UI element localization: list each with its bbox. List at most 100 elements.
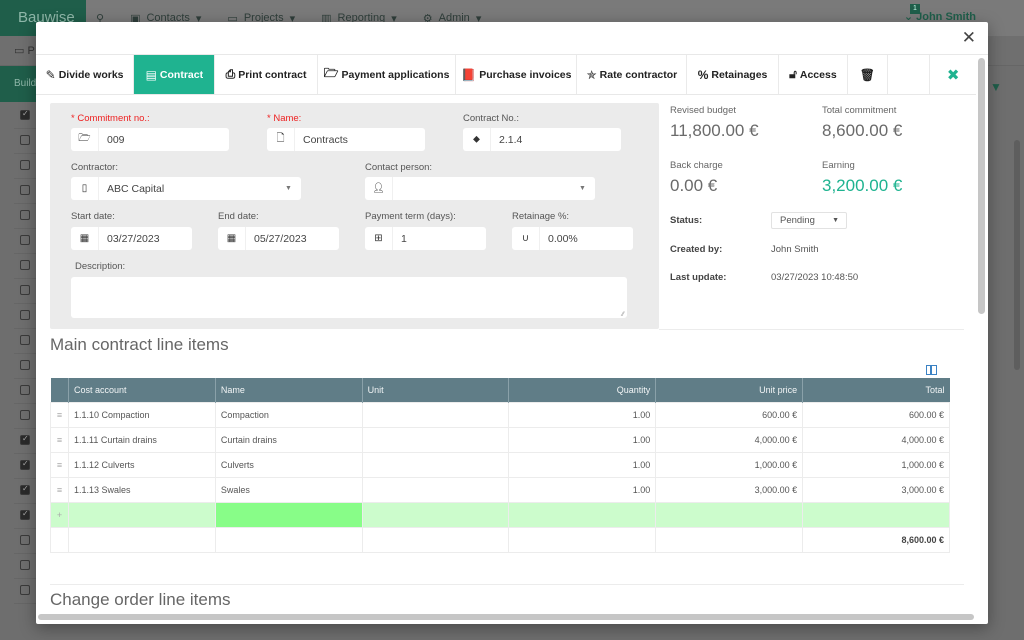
row-checkbox[interactable] (20, 385, 30, 395)
row-checkbox[interactable] (20, 135, 30, 145)
table-header-row: Cost account Name Unit Quantity Unit pri… (50, 378, 950, 402)
cancel-button[interactable]: ✖ (930, 55, 976, 94)
status-label: Status: (670, 215, 703, 226)
drag-handle-icon[interactable]: ≡ (50, 476, 69, 503)
col-unit-price[interactable]: Unit price (655, 378, 804, 402)
row-checkbox[interactable] (20, 459, 30, 470)
cell-quantity[interactable]: 1.00 (508, 451, 657, 478)
cell-cost-account[interactable]: 1.1.13 Swales (67, 476, 216, 503)
cell-quantity[interactable]: 1.00 (508, 476, 657, 503)
rate-contractor-button[interactable]: ✯ Rate contractor (577, 55, 688, 94)
row-checkbox[interactable] (20, 585, 30, 595)
cell-name[interactable]: Compaction (214, 401, 363, 428)
contact-person-select[interactable]: 👤︎ ▼ (365, 177, 595, 200)
col-name[interactable]: Name (215, 378, 363, 402)
row-checkbox[interactable] (20, 185, 30, 195)
page-scrollbar[interactable] (1014, 140, 1020, 370)
row-checkbox[interactable] (20, 235, 30, 245)
col-unit[interactable]: Unit (362, 378, 510, 402)
row-checkbox[interactable] (20, 560, 30, 570)
cell-quantity[interactable]: 1.00 (508, 426, 657, 453)
new-cell-name[interactable] (214, 501, 363, 528)
col-total[interactable]: Total (802, 378, 950, 402)
new-cell-unit[interactable] (361, 501, 510, 528)
payment-term-field[interactable]: ⊞ 1 (365, 227, 486, 250)
row-checkbox[interactable] (20, 335, 30, 345)
row-checkbox[interactable] (20, 210, 30, 220)
subtab[interactable]: ▭ P (14, 44, 35, 57)
row-checkbox[interactable] (20, 260, 30, 270)
calendar-icon: ▦ (218, 227, 246, 250)
user-icon: 👤︎ (365, 177, 393, 200)
delete-button[interactable]: 🗑︎ (848, 55, 888, 94)
table-row[interactable]: ≡ 1.1.10 Compaction Compaction 1.00 600.… (50, 401, 950, 428)
cell-cost-account[interactable]: 1.1.11 Curtain drains (67, 426, 216, 453)
row-checkbox[interactable] (20, 509, 30, 520)
change-items-title: Change order line items (50, 590, 231, 609)
drag-handle-icon[interactable]: ≡ (50, 451, 69, 478)
cell-unit-price[interactable]: 1,000.00 € (655, 451, 804, 478)
cell-name[interactable]: Swales (214, 476, 363, 503)
row-checkbox[interactable] (20, 360, 30, 370)
cell-unit[interactable] (361, 476, 510, 503)
row-checkbox[interactable] (20, 434, 30, 445)
cell-cost-account[interactable]: 1.1.10 Compaction (67, 401, 216, 428)
row-checkbox[interactable] (20, 285, 30, 295)
start-date-field[interactable]: ▦ 03/27/2023 (71, 227, 192, 250)
new-cell-cost-account[interactable] (67, 501, 216, 528)
columns-icon[interactable] (926, 365, 937, 375)
table-row[interactable]: ≡ 1.1.12 Culverts Culverts 1.00 1,000.00… (50, 451, 950, 478)
access-button[interactable]: 🔓︎ Access (779, 55, 849, 94)
row-checkbox[interactable] (20, 310, 30, 320)
retainage-field[interactable]: ∪ 0.00% (512, 227, 633, 250)
total-row-empty (508, 526, 657, 553)
contract-no-field[interactable]: ⬥ 2.1.4 (463, 128, 621, 151)
drag-handle-icon[interactable]: ≡ (50, 426, 69, 453)
cell-unit-price[interactable]: 3,000.00 € (655, 476, 804, 503)
divide-works-button[interactable]: ✎ Divide works (36, 55, 135, 94)
filter-icon[interactable]: ▼ (990, 80, 1002, 94)
contract-tab[interactable]: ▤ Contract (134, 55, 216, 94)
row-checkbox[interactable] (20, 410, 30, 420)
new-cell-quantity[interactable] (508, 501, 657, 528)
print-contract-button[interactable]: ⎙ Print contract (215, 55, 318, 94)
description-textarea[interactable] (71, 277, 627, 318)
total-row-empty (67, 526, 216, 553)
table-row[interactable]: ≡ 1.1.11 Curtain drains Curtain drains 1… (50, 426, 950, 453)
cell-unit-price[interactable]: 4,000.00 € (655, 426, 804, 453)
modal-horizontal-scrollbar[interactable] (38, 614, 974, 620)
cell-unit[interactable] (361, 426, 510, 453)
cell-name[interactable]: Curtain drains (214, 426, 363, 453)
contractor-select[interactable]: ▯ ABC Capital ▼ (71, 177, 301, 200)
cell-unit[interactable] (361, 451, 510, 478)
purchase-invoices-button[interactable]: 📕 Purchase invoices (456, 55, 578, 94)
cell-unit[interactable] (361, 401, 510, 428)
close-icon[interactable]: ✕ (962, 29, 976, 46)
name-field[interactable]: 🗋 Contracts (267, 128, 425, 151)
row-checkbox[interactable] (20, 535, 30, 545)
tag-icon: ⬥ (463, 128, 491, 151)
cell-quantity[interactable]: 1.00 (508, 401, 657, 428)
table-row[interactable]: ≡ 1.1.13 Swales Swales 1.00 3,000.00 € 3… (50, 476, 950, 503)
status-select[interactable]: Pending ▼ (771, 212, 847, 229)
drag-handle-icon[interactable]: ≡ (50, 401, 69, 428)
payment-applications-button[interactable]: 🗁 Payment applications (318, 55, 457, 94)
divider (50, 584, 964, 585)
cell-cost-account[interactable]: 1.1.12 Culverts (67, 451, 216, 478)
row-checkbox[interactable] (20, 484, 30, 495)
select-all-checkbox[interactable] (20, 109, 30, 120)
plus-icon[interactable]: + (50, 501, 69, 528)
total-row: 8,600.00 € (50, 526, 950, 553)
col-quantity[interactable]: Quantity (508, 378, 657, 402)
modal-vertical-scrollbar[interactable] (978, 58, 985, 314)
cell-unit-price[interactable]: 600.00 € (655, 401, 804, 428)
end-date-field[interactable]: ▦ 05/27/2023 (218, 227, 339, 250)
new-cell-unit-price[interactable] (655, 501, 804, 528)
divider (659, 329, 964, 330)
cell-name[interactable]: Culverts (214, 451, 363, 478)
commitment-no-field[interactable]: 🗁 009 (71, 128, 229, 151)
row-checkbox[interactable] (20, 160, 30, 170)
new-row[interactable]: + (50, 501, 950, 528)
retainages-button[interactable]: % Retainages (687, 55, 779, 94)
col-cost-account[interactable]: Cost account (68, 378, 216, 402)
